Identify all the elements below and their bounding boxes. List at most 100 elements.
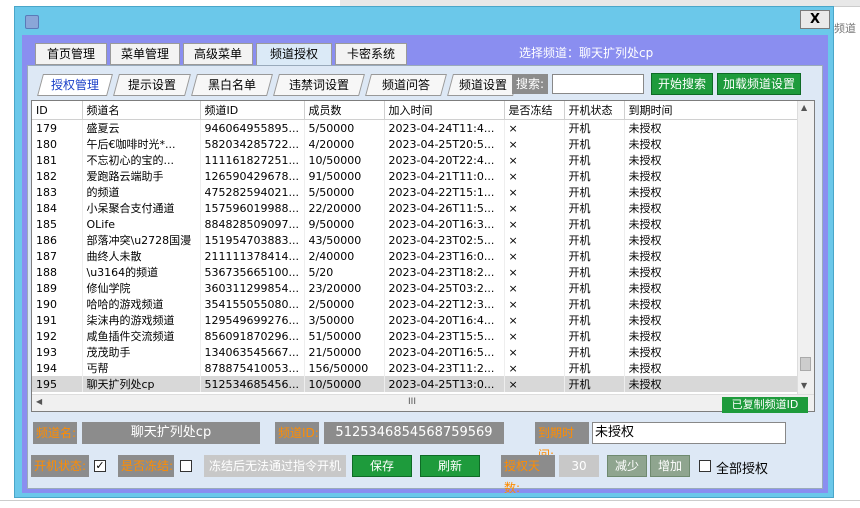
table-row[interactable]: 180 午后€咖啡时光*... 582034285722... 4/20000 2023…	[32, 136, 799, 152]
horizontal-scrollbar[interactable]: ◀ III ▶	[32, 394, 814, 411]
table-cell: 小呆聚合支付通道	[82, 200, 201, 216]
table-cell: 211111378414...	[200, 248, 305, 264]
save-button[interactable]: 保存	[352, 455, 412, 477]
subtab-banned-words[interactable]: 违禁词设置	[273, 74, 365, 96]
table-row[interactable]: 184 小呆聚合支付通道 157596019988... 22/20000 2023-0…	[32, 200, 799, 216]
table-cell: 未授权	[624, 200, 799, 216]
window-client: 首页管理 菜单管理 高级菜单 频道授权 卡密系统 选择频道：聊天扩列处cp 授权…	[22, 35, 828, 495]
table-cell: 182	[32, 168, 83, 184]
subtab-channel-qa[interactable]: 频道问答	[365, 74, 447, 96]
table-cell: 22/20000	[304, 200, 385, 216]
table-row[interactable]: 185 OLife 884828509097... 9/50000 2023-04-20…	[32, 216, 799, 232]
subtab-label: 频道问答	[381, 78, 430, 92]
column-header[interactable]: 开机状态	[564, 101, 625, 120]
subtab-auth-management[interactable]: 授权管理	[37, 74, 113, 96]
table-cell: 2023-04-23T16:0...	[384, 248, 505, 264]
subtab-prompt-settings[interactable]: 提示设置	[113, 74, 191, 96]
table-cell: 未授权	[624, 232, 799, 248]
search-input[interactable]	[552, 74, 644, 94]
table-row[interactable]: 191 柒沫冉的游戏频道 129549699276... 3/50000 2023-04…	[32, 312, 799, 328]
scroll-down-icon[interactable]: ▼	[801, 381, 807, 390]
tab-menu[interactable]: 菜单管理	[110, 43, 180, 65]
table-cell: ×	[504, 280, 565, 296]
channel-table: ID 频道名 频道ID 成员数 加入时间 是否冻结 开机状态 到期时间 179 盛…	[31, 100, 815, 412]
table-cell: 188	[32, 264, 83, 280]
table-cell: 开机	[564, 168, 625, 184]
vertical-scrollbar[interactable]: ▲ ▼	[797, 101, 814, 395]
table-cell: 开机	[564, 376, 625, 392]
column-header[interactable]: 频道ID	[200, 101, 305, 120]
table-row[interactable]: 179 盛夏云 946064955895... 5/50000 2023-04-24T1…	[32, 119, 799, 136]
subtab-black-white-list[interactable]: 黑白名单	[191, 74, 273, 96]
table-cell: ×	[504, 216, 565, 232]
column-header[interactable]: 是否冻结	[504, 101, 565, 120]
column-header[interactable]: ID	[32, 101, 83, 120]
channel-id-value: 5125346854568759569	[324, 422, 504, 444]
column-header[interactable]: 成员数	[304, 101, 385, 120]
table-cell: 开机	[564, 136, 625, 152]
table-row[interactable]: 189 修仙学院 360311299854... 23/20000 2023-04-25…	[32, 280, 799, 296]
tab-home[interactable]: 首页管理	[35, 43, 107, 65]
tab-advanced-menu[interactable]: 高级菜单	[183, 43, 253, 65]
scroll-thumb[interactable]	[800, 357, 811, 371]
table-cell: 开机	[564, 360, 625, 376]
refresh-button[interactable]: 刷新	[420, 455, 480, 477]
subtab-channel-settings[interactable]: 频道设置	[447, 74, 519, 96]
table-row[interactable]: 181 不忘初心的宝的... 111161827251... 10/50000 2023…	[32, 152, 799, 168]
tab-channel-auth[interactable]: 频道授权	[256, 43, 332, 67]
all-auth-label: 全部授权	[716, 462, 769, 477]
table-cell: 185	[32, 216, 83, 232]
tab-card-system[interactable]: 卡密系统	[335, 43, 407, 65]
table-cell: 未授权	[624, 264, 799, 280]
table-row[interactable]: 194 丐帮 878875410053... 156/50000 2023-04-23T…	[32, 360, 799, 376]
table-cell: 856091870296...	[200, 328, 305, 344]
table-cell: 111161827251...	[200, 152, 305, 168]
table-cell: 3/50000	[304, 312, 385, 328]
table-cell: 爱跑路云端助手	[82, 168, 201, 184]
table-cell: 156/50000	[304, 360, 385, 376]
column-header[interactable]: 到期时间	[624, 101, 799, 120]
table-cell: \u3164的频道	[82, 264, 201, 280]
table-cell: 未授权	[624, 312, 799, 328]
table-row[interactable]: 183 的频道 475282594021... 5/50000 2023-04-22T1…	[32, 184, 799, 200]
expire-time-field[interactable]: 未授权	[592, 422, 786, 444]
load-channel-settings-button[interactable]: 加载频道设置	[717, 73, 801, 95]
table-cell: 2023-04-22T12:3...	[384, 296, 505, 312]
table-row[interactable]: 188 \u3164的频道 536735665100... 5/20 2023-04-2…	[32, 264, 799, 280]
table-row[interactable]: 192 咸鱼插件交流频道 856091870296... 51/50000 2023-0…	[32, 328, 799, 344]
table-cell: 946064955895...	[200, 119, 305, 136]
table-row[interactable]: 195 聊天扩列处cp 512534685456... 10/50000 2023-04…	[32, 376, 799, 392]
frozen-label: 是否冻结:	[118, 455, 174, 477]
table-cell: 9/50000	[304, 216, 385, 232]
all-auth-checkbox[interactable]	[699, 460, 711, 472]
column-header[interactable]: 频道名	[82, 101, 201, 120]
table-row[interactable]: 187 曲终人未散 211111378414... 2/40000 2023-04-23…	[32, 248, 799, 264]
frozen-checkbox[interactable]	[180, 460, 192, 472]
table-cell: 512534685456...	[200, 376, 305, 392]
decrease-button[interactable]: 减少	[607, 455, 647, 477]
power-status-checkbox[interactable]: ✓	[94, 460, 106, 472]
table-cell: 2023-04-26T11:5...	[384, 200, 505, 216]
table-row[interactable]: 182 爱跑路云端助手 126590429678... 91/50000 2023-04…	[32, 168, 799, 184]
table-cell: 4/20000	[304, 136, 385, 152]
background-snippet: 频道	[834, 22, 856, 35]
table-cell: ×	[504, 184, 565, 200]
auth-days-field[interactable]: 30	[559, 455, 599, 477]
start-search-button[interactable]: 开始搜索	[651, 73, 713, 95]
scroll-thumb-grip[interactable]: III	[402, 397, 422, 408]
table-row[interactable]: 190 哈哈的游戏频道 354155055080... 2/50000 2023-04-…	[32, 296, 799, 312]
increase-button[interactable]: 增加	[650, 455, 690, 477]
table-row[interactable]: 193 茂茂助手 134063545667... 21/50000 2023-04-20…	[32, 344, 799, 360]
scroll-left-icon[interactable]: ◀	[36, 397, 42, 406]
table-cell: ×	[504, 296, 565, 312]
table-row[interactable]: 186 部落冲突\u2728国漫 151954703883... 43/50000 20…	[32, 232, 799, 248]
table-cell: 开机	[564, 328, 625, 344]
table-cell: 354155055080...	[200, 296, 305, 312]
table-cell: 未授权	[624, 119, 799, 136]
table-cell: 2023-04-23T11:2...	[384, 360, 505, 376]
table-cell: 未授权	[624, 152, 799, 168]
copied-badge: 已复制频道ID	[722, 397, 808, 413]
scroll-up-icon[interactable]: ▲	[801, 103, 807, 112]
close-button[interactable]: X	[800, 10, 830, 29]
column-header[interactable]: 加入时间	[384, 101, 505, 120]
